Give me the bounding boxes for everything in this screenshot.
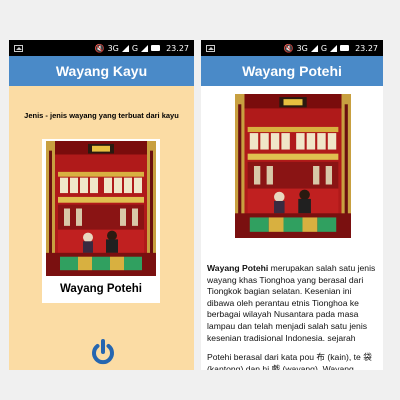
carrier-type: G — [131, 43, 139, 53]
potehi-stage-photo — [46, 141, 156, 276]
signal-icon — [310, 44, 318, 52]
power-icon[interactable] — [91, 338, 115, 366]
image-notification-icon — [206, 44, 215, 52]
screenshot-canvas: 🔇 3G G 23.27 Wayang Kayu Jenis - jenis w… — [0, 0, 400, 400]
network-type: 3G — [107, 43, 119, 53]
signal-icon-2 — [330, 44, 338, 52]
article-paragraph-1: Wayang Potehi merupakan salah satu jenis… — [207, 263, 379, 344]
app-title: Wayang Potehi — [201, 56, 383, 86]
carrier-type: G — [320, 43, 328, 53]
image-notification-icon — [14, 44, 23, 52]
article-body-1: merupakan salah satu jenis wayang khas T… — [207, 263, 376, 343]
battery-icon — [340, 45, 350, 51]
battery-icon — [151, 45, 161, 51]
status-bar: 🔇 3G G 23.27 — [201, 40, 383, 56]
phone-screen-wayang-potehi: 🔇 3G G 23.27 Wayang Potehi Wayang Potehi… — [201, 40, 383, 370]
card-caption: Wayang Potehi — [60, 283, 142, 295]
mute-icon: 🔇 — [94, 43, 105, 53]
network-type: 3G — [296, 43, 308, 53]
status-time: 23.27 — [355, 43, 378, 53]
article-term: Wayang Potehi — [207, 263, 269, 273]
signal-icon-2 — [141, 44, 149, 52]
wayang-potehi-card[interactable]: Wayang Potehi — [42, 139, 160, 303]
status-time: 23.27 — [166, 43, 189, 53]
signal-icon — [121, 44, 129, 52]
screen-subtitle: Jenis - jenis wayang yang terbuat dari k… — [24, 111, 179, 120]
phone-screen-wayang-kayu: 🔇 3G G 23.27 Wayang Kayu Jenis - jenis w… — [9, 40, 194, 370]
article-text: Wayang Potehi merupakan salah satu jenis… — [207, 263, 379, 370]
app-title: Wayang Kayu — [9, 56, 194, 86]
article-paragraph-2: Potehi berasal dari kata pou 布 (kain), t… — [207, 352, 372, 370]
status-bar: 🔇 3G G 23.27 — [9, 40, 194, 56]
mute-icon: 🔇 — [283, 43, 294, 53]
potehi-stage-photo — [235, 94, 351, 238]
